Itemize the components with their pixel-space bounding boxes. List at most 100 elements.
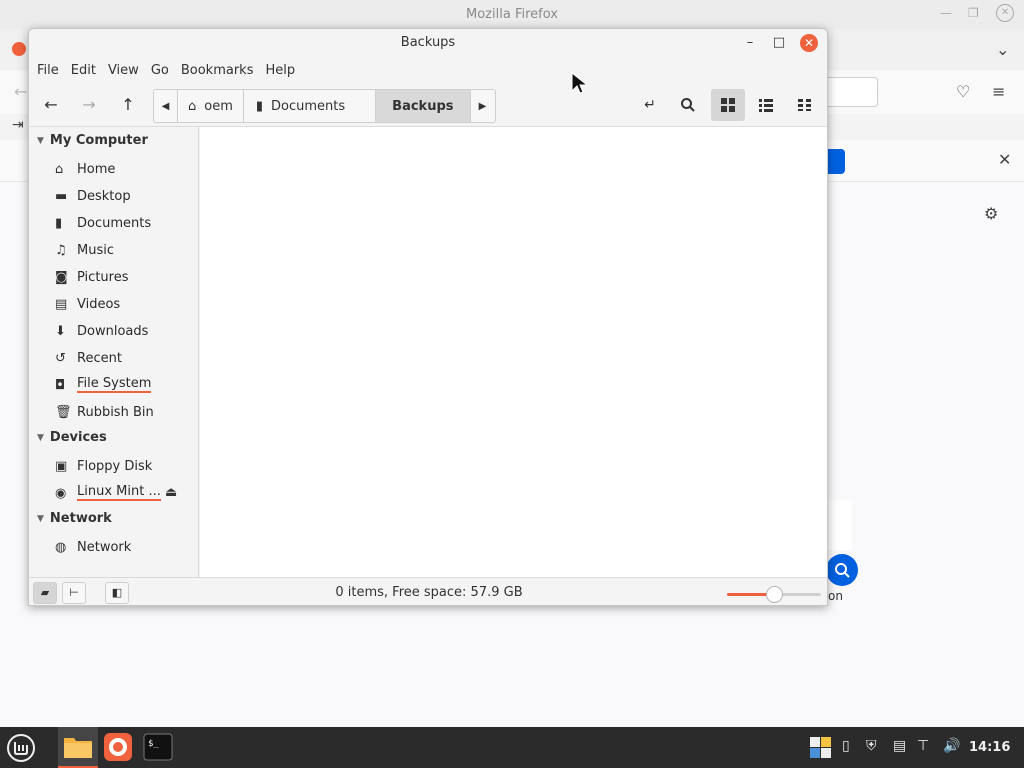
desktop-icon: ▬ [55,188,68,204]
tray-update-icon[interactable]: ▤ [893,738,906,754]
zoom-slider-handle[interactable] [765,586,783,603]
status-text: 0 items, Free space: 57.9 GB [335,585,523,600]
close-button[interactable]: ✕ [800,34,818,52]
tab-list-chevron-icon[interactable]: ⌄ [996,40,1009,59]
sidebar-item-downloads[interactable]: ⬇ Downloads [55,320,195,342]
firefox-menu-icon[interactable]: ≡ [992,82,1005,101]
breadcrumb-backups[interactable]: Backups [376,90,471,122]
toolbar: ← → ↑ ◀ ⌂ oem ▮ Documents Backups ▶ ↵ [29,85,827,127]
menu-view[interactable]: View [102,57,145,85]
sidebar-section-my-computer[interactable]: ▼ My Computer [37,133,148,148]
sidebar-item-label: Linux Mint ... [77,484,161,501]
firefox-back-icon[interactable]: ← [14,82,27,101]
firefox-minimize-icon[interactable]: — [940,6,952,20]
home-icon: ⌂ [188,98,197,114]
firefox-search-shortcut-icon[interactable] [826,554,858,586]
breadcrumb-label: Backups [392,98,454,114]
sidebar-item-music[interactable]: ♫ Music [55,239,195,261]
forward-button[interactable]: → [73,89,105,121]
section-title: Devices [49,430,107,445]
sidebar-item-network[interactable]: ◍ Network [55,536,195,558]
start-menu-button[interactable] [0,727,40,768]
sidebar-item-label: Network [77,539,132,555]
firefox-titlebar: Mozilla Firefox — ❐ ✕ [0,0,1024,30]
compact-view-icon [798,99,811,111]
breadcrumb-documents[interactable]: ▮ Documents [244,90,377,122]
file-view-area[interactable] [200,127,827,577]
sidebar-item-pictures[interactable]: ◙ Pictures [55,266,195,288]
places-sidebar: ▼ My Computer ⌂ Home ▬ Desktop ▮ Documents ♫… [29,127,199,577]
menu-file[interactable]: File [31,57,65,85]
eject-icon[interactable]: ⏏ [165,485,177,500]
shortcut-caption: on [828,589,843,603]
sidebar-item-recent[interactable]: ↺ Recent [55,347,195,369]
minimize-button[interactable]: – [741,34,759,52]
document-icon: ▮ [55,215,63,231]
sign-in-icon[interactable]: ⇥ [12,117,24,133]
firefox-restore-icon[interactable]: ❐ [968,6,979,20]
camera-icon: ◙ [55,269,68,285]
taskbar-clock[interactable]: 14:16 [969,740,1010,755]
sidebar-item-documents[interactable]: ▮ Documents [55,212,195,234]
sidebar-item-rubbish-bin[interactable]: 🗑 Rubbish Bin [55,401,195,423]
home-icon: ⌂ [55,161,64,177]
tray-color-squares-icon[interactable] [810,737,832,763]
tray-network-icon[interactable]: ⊤ [917,738,929,754]
document-icon: ▮ [255,98,264,114]
firefox-close-icon[interactable]: ✕ [996,4,1014,22]
taskbar-terminal-app[interactable]: $_ [138,727,178,768]
breadcrumb-label: Documents [271,98,346,114]
sidebar-section-network[interactable]: ▼ Network [37,511,112,526]
breadcrumb-right-arrow-icon[interactable]: ▶ [471,90,495,122]
up-button[interactable]: ↑ [112,89,144,121]
sidebar-item-videos[interactable]: ▤ Videos [55,293,195,315]
settings-gear-icon[interactable]: ⚙ [984,204,998,223]
maximize-button[interactable]: □ [770,34,788,52]
section-title: My Computer [49,133,148,148]
menu-help[interactable]: Help [259,57,301,85]
mouse-cursor-icon [571,72,589,94]
taskbar: $_ ▯ ⛨ ▤ ⊤ 🔊 14:16 [0,727,1024,768]
tray-volume-icon[interactable]: 🔊 [943,738,960,754]
taskbar-firefox-app[interactable] [98,727,138,768]
firefox-shortcut-card [828,500,852,550]
taskbar-files-app[interactable] [58,727,98,768]
firefox-url-bar[interactable] [820,77,878,107]
menu-bookmarks[interactable]: Bookmarks [175,57,260,85]
sidebar-item-desktop[interactable]: ▬ Desktop [55,185,195,207]
sidebar-item-label: Recent [77,350,122,366]
firefox-tab-favicon-icon [12,42,26,56]
menu-edit[interactable]: Edit [65,57,102,85]
folder-icon [64,738,92,758]
notification-close-icon[interactable]: ✕ [998,150,1011,169]
zoom-slider[interactable] [727,586,821,603]
sidebar-section-devices[interactable]: ▼ Devices [37,430,107,445]
tray-notes-icon[interactable]: ▯ [842,738,850,754]
terminal-icon: $_ [143,733,173,761]
pocket-icon[interactable]: ♡ [956,82,970,101]
sidebar-item-floppy-disk[interactable]: ▣ Floppy Disk [55,455,195,477]
back-icon: ← [44,95,58,114]
back-button[interactable]: ← [35,89,67,121]
sidebar-item-home[interactable]: ⌂ Home [55,158,195,180]
breadcrumb-oem[interactable]: ⌂ oem [178,90,244,122]
expand-triangle-icon: ▼ [37,136,44,146]
firefox-window-title: Mozilla Firefox [466,7,558,22]
toggle-location-button[interactable]: ↵ [634,89,666,121]
breadcrumb: ◀ ⌂ oem ▮ Documents Backups ▶ [153,89,496,123]
search-icon [681,98,695,112]
tray-shield-icon[interactable]: ⛨ [866,738,877,754]
sidebar-item-label: File System [77,376,152,393]
history-icon: ↺ [55,350,66,366]
list-view-button[interactable] [750,89,782,121]
compact-view-button[interactable] [789,89,821,121]
sidebar-item-label: Pictures [77,269,129,285]
breadcrumb-left-arrow-icon[interactable]: ◀ [154,90,178,122]
search-button[interactable] [672,89,704,121]
expand-triangle-icon: ▼ [37,514,44,524]
sidebar-item-label: Music [77,242,114,258]
menu-go[interactable]: Go [145,57,175,85]
music-icon: ♫ [55,242,67,258]
icon-view-button[interactable] [711,89,745,121]
sidebar-item-file-system[interactable]: ◘ File System [55,374,195,396]
